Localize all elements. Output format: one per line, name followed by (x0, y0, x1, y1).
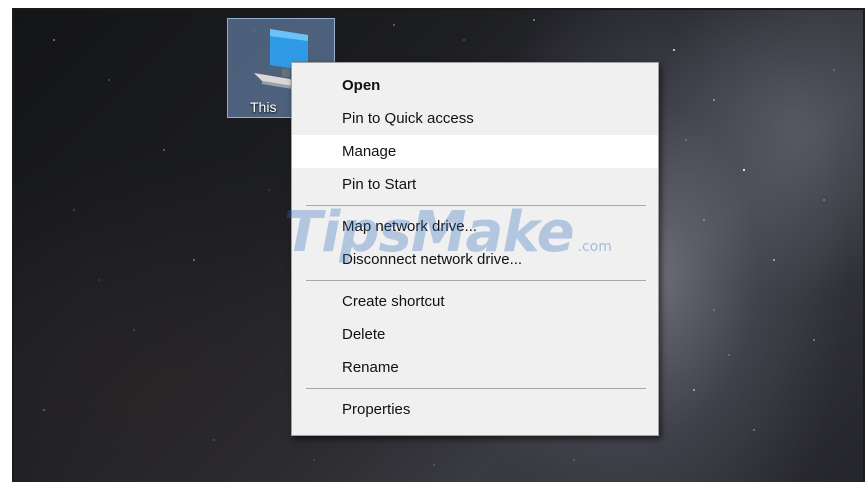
menu-item-disconnect-network-drive[interactable]: Disconnect network drive... (292, 243, 658, 276)
menu-item-properties[interactable]: Properties (292, 393, 658, 426)
menu-item-open[interactable]: Open (292, 69, 658, 102)
context-menu: Open Pin to Quick access Manage Pin to S… (291, 62, 659, 436)
menu-separator (306, 205, 646, 206)
menu-item-rename[interactable]: Rename (292, 351, 658, 384)
desktop-icon-label: This (250, 99, 277, 115)
menu-item-delete[interactable]: Delete (292, 318, 658, 351)
menu-item-pin-to-start[interactable]: Pin to Start (292, 168, 658, 201)
menu-item-create-shortcut[interactable]: Create shortcut (292, 285, 658, 318)
menu-item-pin-to-quick-access[interactable]: Pin to Quick access (292, 102, 658, 135)
desktop[interactable]: This Open Pin to Quick access Manage Pin… (12, 8, 865, 482)
menu-separator (306, 388, 646, 389)
menu-item-manage[interactable]: Manage (292, 135, 658, 168)
menu-item-map-network-drive[interactable]: Map network drive... (292, 210, 658, 243)
menu-separator (306, 280, 646, 281)
